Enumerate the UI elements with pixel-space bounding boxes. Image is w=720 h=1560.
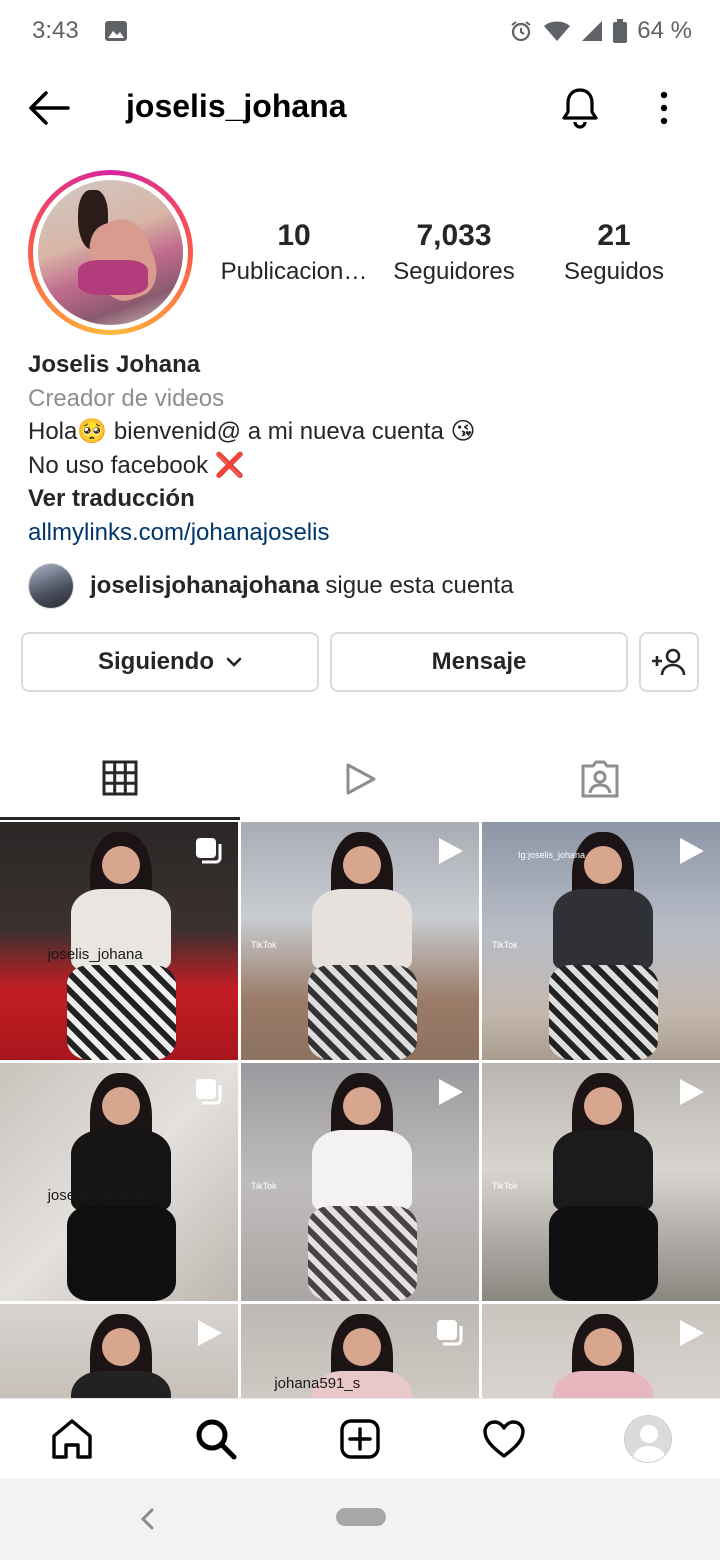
stat-following-label: Seguidos bbox=[563, 258, 665, 285]
video-play-icon bbox=[439, 838, 463, 864]
post-tile[interactable]: TikTok bbox=[241, 822, 479, 1060]
multiple-photos-icon bbox=[196, 1079, 222, 1105]
post-tile[interactable]: joselis_johana bbox=[0, 822, 238, 1060]
home-icon bbox=[52, 1419, 92, 1459]
grid-icon bbox=[102, 760, 138, 795]
reels-icon bbox=[346, 763, 376, 795]
video-play-icon bbox=[198, 1320, 222, 1346]
see-translation-link[interactable]: Ver traducción bbox=[28, 482, 688, 516]
post-tile[interactable]: TikTok bbox=[482, 1063, 720, 1301]
post-tile[interactable] bbox=[482, 1304, 720, 1398]
stat-followers[interactable]: 7,033 Seguidores bbox=[374, 218, 534, 286]
stat-posts[interactable]: 10 Publicacion… bbox=[214, 218, 374, 286]
nav-new-post[interactable] bbox=[288, 1399, 432, 1479]
stat-posts-label: Publicacion… bbox=[220, 258, 368, 285]
system-back-icon[interactable] bbox=[136, 1504, 160, 1534]
video-play-icon bbox=[680, 838, 704, 864]
post-watermark: TikTok bbox=[492, 940, 518, 950]
profile-website-link[interactable]: allmylinks.com/johanajoselis bbox=[28, 516, 688, 550]
tab-tagged[interactable] bbox=[480, 738, 720, 820]
profile-category: Creador de videos bbox=[28, 384, 225, 412]
search-icon bbox=[196, 1419, 237, 1460]
post-watermark: joselis_johana bbox=[47, 945, 143, 963]
stat-following-count: 21 bbox=[597, 219, 631, 252]
system-home-pill[interactable] bbox=[336, 1508, 386, 1526]
message-label: Mensaje bbox=[431, 648, 527, 675]
alarm-icon bbox=[511, 21, 531, 42]
followed-by-row[interactable]: joselisjohanajohana sigue esta cuenta bbox=[28, 563, 514, 609]
post-tile[interactable]: Ig:joselis_johana TikTok bbox=[482, 822, 720, 1060]
stat-posts-count: 10 bbox=[277, 219, 311, 252]
add-person-icon bbox=[652, 648, 686, 676]
post-watermark: TikTok bbox=[251, 1181, 277, 1191]
image-icon bbox=[104, 21, 127, 41]
profile-avatar-story-ring[interactable] bbox=[28, 170, 193, 335]
wifi-icon bbox=[544, 21, 571, 41]
posts-grid: joselis_johana TikTok Ig:joselis_johana … bbox=[0, 822, 720, 1398]
post-watermark: joselis_johana bbox=[47, 1186, 143, 1204]
following-label: Siguiendo bbox=[98, 648, 214, 675]
status-bar: 3:43 64 % bbox=[0, 0, 720, 62]
bio-text-line-2: No uso facebook ❌ bbox=[28, 451, 245, 479]
post-watermark: TikTok bbox=[492, 1181, 518, 1191]
new-post-icon bbox=[340, 1419, 380, 1459]
profile-avatar bbox=[624, 1415, 672, 1463]
video-play-icon bbox=[680, 1079, 704, 1105]
chevron-down-icon bbox=[226, 657, 242, 667]
signal-icon bbox=[582, 21, 603, 41]
more-vertical-icon bbox=[660, 91, 668, 125]
multiple-photos-icon bbox=[196, 838, 222, 864]
post-tile[interactable]: TikTok bbox=[241, 1063, 479, 1301]
nav-activity[interactable] bbox=[432, 1399, 576, 1479]
following-button[interactable]: Siguiendo bbox=[21, 632, 319, 692]
profile-bio: Joselis Johana Creador de videos Hola🥺 b… bbox=[28, 348, 688, 549]
nav-search[interactable] bbox=[144, 1399, 288, 1479]
nav-home[interactable] bbox=[0, 1399, 144, 1479]
profile-stats: 10 Publicacion… 7,033 Seguidores 21 Segu… bbox=[214, 218, 694, 286]
video-play-icon bbox=[680, 1320, 704, 1346]
bio-text-line-1: Hola🥺 bienvenid@ a mi nueva cuenta 😘 bbox=[28, 418, 476, 445]
message-button[interactable]: Mensaje bbox=[330, 632, 628, 692]
post-watermark: johana591_s bbox=[274, 1375, 361, 1393]
status-time: 3:43 bbox=[32, 17, 79, 44]
post-watermark: TikTok bbox=[251, 940, 277, 950]
profile-content-tabs bbox=[0, 738, 720, 820]
post-tile[interactable]: johana591_s bbox=[241, 1304, 479, 1398]
profile-full-name: Joselis Johana bbox=[28, 351, 201, 378]
bell-icon bbox=[562, 88, 598, 129]
battery-icon bbox=[613, 19, 628, 43]
system-navigation-bar bbox=[0, 1478, 720, 1560]
profile-actions: Siguiendo Mensaje bbox=[21, 632, 699, 692]
profile-username: joselis_johana bbox=[126, 88, 347, 124]
post-overlay-text: Ig:joselis_johana bbox=[518, 850, 586, 860]
post-tile[interactable] bbox=[0, 1304, 238, 1398]
notifications-button[interactable] bbox=[560, 86, 600, 130]
follower-username: joselisjohanajohana bbox=[90, 572, 320, 599]
tagged-icon bbox=[581, 760, 619, 798]
tab-reels[interactable] bbox=[240, 738, 480, 820]
back-arrow-icon bbox=[29, 91, 70, 125]
stat-following[interactable]: 21 Seguidos bbox=[534, 218, 694, 286]
followed-by-text: sigue esta cuenta bbox=[325, 572, 514, 599]
more-options-button[interactable] bbox=[650, 88, 678, 128]
status-icons: 64 % bbox=[509, 17, 692, 45]
stat-followers-label: Seguidores bbox=[393, 258, 515, 285]
battery-percent: 64 % bbox=[637, 17, 692, 44]
profile-header-bar: joselis_johana bbox=[0, 72, 720, 144]
video-play-icon bbox=[439, 1079, 463, 1105]
follower-avatar bbox=[28, 563, 74, 609]
nav-profile[interactable] bbox=[576, 1399, 720, 1479]
activity-heart-icon bbox=[483, 1420, 525, 1458]
bottom-navigation bbox=[0, 1398, 720, 1478]
stat-followers-count: 7,033 bbox=[416, 219, 492, 252]
profile-avatar bbox=[38, 180, 183, 325]
multiple-photos-icon bbox=[437, 1320, 463, 1346]
back-button[interactable] bbox=[26, 88, 70, 128]
tab-posts-grid[interactable] bbox=[0, 738, 240, 820]
suggested-accounts-button[interactable] bbox=[639, 632, 699, 692]
post-tile[interactable]: joselis_johana bbox=[0, 1063, 238, 1301]
